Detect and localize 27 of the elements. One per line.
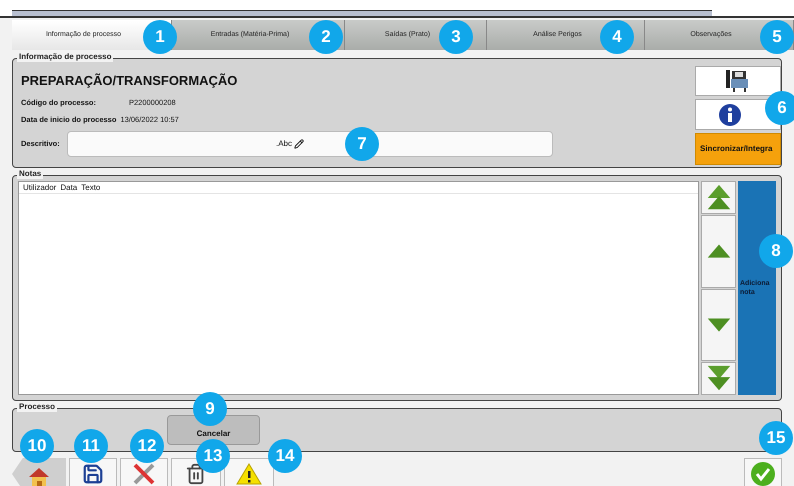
group-title: Informação de processo — [17, 52, 114, 62]
field-hint: .Abc — [276, 138, 292, 150]
home-button[interactable] — [12, 458, 66, 486]
pencil-icon — [294, 139, 304, 149]
confirm-button[interactable] — [744, 458, 782, 486]
save-button[interactable] — [69, 458, 117, 486]
callout-tooltip: 15 — [759, 421, 793, 455]
column-header: Texto — [81, 182, 100, 194]
group-title: Processo — [17, 402, 58, 412]
column-header: Utilizador — [23, 182, 56, 194]
print-button[interactable] — [695, 66, 781, 96]
home-icon — [28, 466, 50, 486]
notes-list[interactable]: Utilizador Data Texto — [18, 181, 699, 395]
process-title: PREPARAÇÃO/TRANSFORMAÇÃO — [21, 72, 238, 90]
printer-icon — [726, 70, 750, 92]
group-title: Notas — [17, 169, 44, 179]
sync-button[interactable]: Sincronizar/Integra — [695, 133, 781, 165]
scroll-up-button[interactable] — [701, 215, 736, 288]
check-icon — [751, 462, 775, 486]
scroll-down-button[interactable] — [701, 288, 736, 361]
scroll-top-button[interactable] — [701, 181, 736, 214]
column-header: Data — [60, 182, 78, 194]
callout-tooltip: 8 — [759, 234, 793, 268]
tools-button[interactable] — [120, 458, 168, 486]
warning-icon — [236, 463, 262, 485]
scroll-bottom-button[interactable] — [701, 362, 736, 395]
info-icon — [719, 104, 741, 126]
